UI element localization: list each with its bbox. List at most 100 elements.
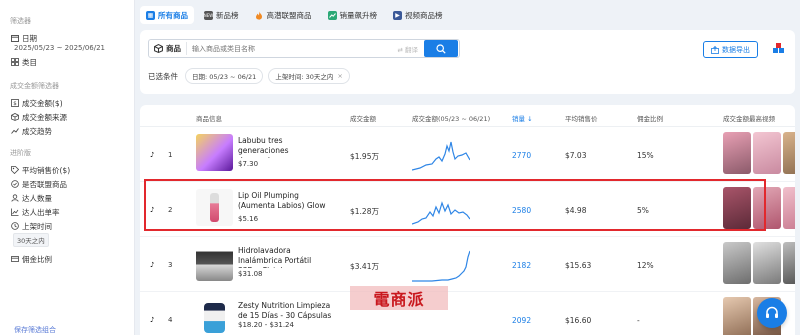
video-thumbnail[interactable]: [723, 132, 751, 174]
sales-value[interactable]: 2580: [512, 206, 531, 215]
rank: 2: [168, 206, 173, 214]
video-thumbnail[interactable]: [723, 242, 751, 284]
filter-chip-launch-time[interactable]: 上架时间: 30天之内 ×: [268, 68, 350, 84]
commission-icon: [10, 255, 19, 264]
translate-label: 翻译: [405, 45, 418, 54]
col-commission[interactable]: 佣金比例: [637, 113, 663, 123]
search-input[interactable]: [187, 44, 398, 53]
sidebar-item-date[interactable]: 日期: [10, 31, 134, 45]
headset-icon: [766, 306, 778, 318]
search-panel: 商品 ⇄ 翻译 数据导出 已选条件 日期: 05/23 ~ 06/21 上架时间…: [140, 30, 795, 94]
sidebar-item-gmv-trend[interactable]: 成交趋势: [10, 124, 134, 138]
sidebar-item-gmv-source[interactable]: 成交金额来源: [10, 110, 134, 124]
avg-price-value: $16.60: [565, 316, 592, 325]
sidebar-item-category[interactable]: 类目: [10, 55, 134, 69]
col-sales-label: 销量: [512, 115, 525, 123]
product-name[interactable]: Zesty Nutrition Limpieza de 15 Días - 30…: [238, 301, 333, 323]
blocks-icon[interactable]: [772, 42, 786, 56]
rank: 3: [168, 261, 173, 269]
advanced-heading: 进阶版: [10, 149, 31, 157]
sales-value[interactable]: 2182: [512, 261, 531, 270]
col-gmv[interactable]: 成交金额: [350, 113, 376, 123]
filter-chip-date[interactable]: 日期: 05/23 ~ 06/21: [185, 68, 264, 84]
col-sales[interactable]: 销量 ↓: [512, 113, 533, 123]
gmv-sparkline: [412, 250, 470, 282]
translate-toggle[interactable]: ⇄ 翻译: [397, 44, 424, 54]
sidebar: 筛选器 日期 2025/05/23 ~ 2025/06/21 类目 成交金额筛选…: [0, 0, 135, 335]
handshake-icon: [10, 180, 19, 189]
sidebar-item-creator-count[interactable]: 达人数量: [10, 191, 134, 205]
export-data-button[interactable]: 数据导出: [703, 41, 758, 58]
search-category-select[interactable]: 商品: [149, 42, 187, 55]
avg-price-value: $7.03: [565, 151, 587, 160]
gmv-value: $1.95万: [350, 152, 379, 161]
money-icon: $: [10, 99, 19, 108]
table-row[interactable]: ♪ 3 Hidrolavadora Inalámbrica Portátil 3…: [140, 237, 795, 292]
table-header: 商品信息 成交金额 成交金额(05/23 ~ 06/21) 销量 ↓ 平均销售价…: [140, 105, 795, 127]
sidebar-item-affiliate[interactable]: 是否联盟商品: [10, 177, 134, 191]
product-price: $18.20 - $31.24: [238, 321, 294, 329]
col-avg-price[interactable]: 平均销售价: [565, 113, 598, 123]
product-name[interactable]: Hidrolavadora Inalámbrica Portátil 33Bar…: [238, 246, 333, 268]
sidebar-item-label: 达人出单率: [22, 207, 60, 217]
product-table: 商品信息 成交金额 成交金额(05/23 ~ 06/21) 销量 ↓ 平均销售价…: [140, 105, 795, 335]
col-gmv-trend[interactable]: 成交金额(05/23 ~ 06/21): [412, 113, 490, 123]
tiktok-icon: ♪: [150, 316, 155, 324]
date-range-value[interactable]: 2025/05/23 ~ 2025/06/21: [14, 44, 134, 52]
launch-time-chip[interactable]: 30天之内: [13, 233, 49, 247]
top-videos: [723, 187, 795, 229]
cube-icon: [10, 113, 19, 122]
tab-video-products[interactable]: ▶ 视频商品榜: [387, 6, 449, 24]
tab-new-products[interactable]: NEW 新品榜: [198, 6, 245, 24]
video-thumbnail[interactable]: [753, 132, 781, 174]
video-thumbnail[interactable]: [723, 297, 751, 335]
sidebar-item-commission[interactable]: 佣金比例: [10, 252, 134, 266]
video-thumbnail[interactable]: [753, 187, 781, 229]
cube-icon: [154, 44, 163, 53]
product-price: $7.30: [238, 160, 259, 168]
close-icon[interactable]: ×: [337, 72, 342, 80]
product-image[interactable]: [196, 244, 233, 281]
sales-value[interactable]: 2770: [512, 151, 531, 160]
tab-sales-surge[interactable]: 销量飙升榜: [322, 6, 384, 24]
product-name[interactable]: Labubu tres generaciones decoraciones de…: [238, 136, 333, 158]
save-filter-link[interactable]: 保存筛选组合: [14, 325, 56, 335]
sidebar-item-avg-price[interactable]: 平均销售价($): [10, 163, 134, 177]
video-thumbnail[interactable]: [783, 132, 795, 174]
col-product-info: 商品信息: [196, 115, 222, 123]
sales-value[interactable]: 2092: [512, 316, 531, 325]
product-image[interactable]: [196, 134, 233, 171]
selected-filters: 已选条件 日期: 05/23 ~ 06/21 上架时间: 30天之内 ×: [148, 68, 350, 84]
calendar-icon: [10, 34, 19, 43]
grid-icon: [10, 58, 19, 67]
col-top-video: 成交金额最高视频: [723, 115, 775, 123]
video-thumbnail[interactable]: [753, 242, 781, 284]
sort-down-icon: ↓: [527, 115, 533, 123]
tab-high-potential[interactable]: 高潜联盟商品: [249, 6, 318, 24]
sidebar-item-launch-time[interactable]: 上架时间: [10, 219, 134, 233]
svg-text:$: $: [13, 101, 17, 107]
product-image[interactable]: [196, 189, 233, 226]
table-row[interactable]: ♪ 4 Zesty Nutrition Limpieza de 15 Días …: [140, 292, 795, 335]
search-button[interactable]: [424, 40, 458, 57]
tab-all-products[interactable]: ▦ 所有商品: [140, 6, 194, 24]
product-name[interactable]: Lip Oil Plumping (Aumenta Labios) Glow: [238, 191, 333, 211]
product-image[interactable]: [196, 299, 233, 335]
export-label: 数据导出: [722, 45, 750, 54]
video-thumbnail[interactable]: [783, 187, 795, 229]
chart-icon: [10, 208, 19, 217]
tab-label: 新品榜: [216, 10, 239, 20]
top-videos: [723, 132, 795, 174]
sidebar-item-creator-rate[interactable]: 达人出单率: [10, 205, 134, 219]
sidebar-item-gmv[interactable]: $ 成交金额($): [10, 96, 134, 110]
video-thumbnail[interactable]: [723, 187, 751, 229]
customer-service-button[interactable]: [757, 298, 787, 328]
filter-heading: 筛选器: [10, 17, 31, 25]
commission-value: -: [637, 316, 640, 325]
tiktok-icon: ♪: [150, 261, 155, 269]
table-row[interactable]: ♪ 2 Lip Oil Plumping (Aumenta Labios) Gl…: [140, 182, 795, 237]
commission-value: 12%: [637, 261, 654, 270]
rank: 1: [168, 151, 173, 159]
video-thumbnail[interactable]: [783, 242, 795, 284]
table-row[interactable]: ♪ 1 Labubu tres generaciones decoracione…: [140, 127, 795, 182]
